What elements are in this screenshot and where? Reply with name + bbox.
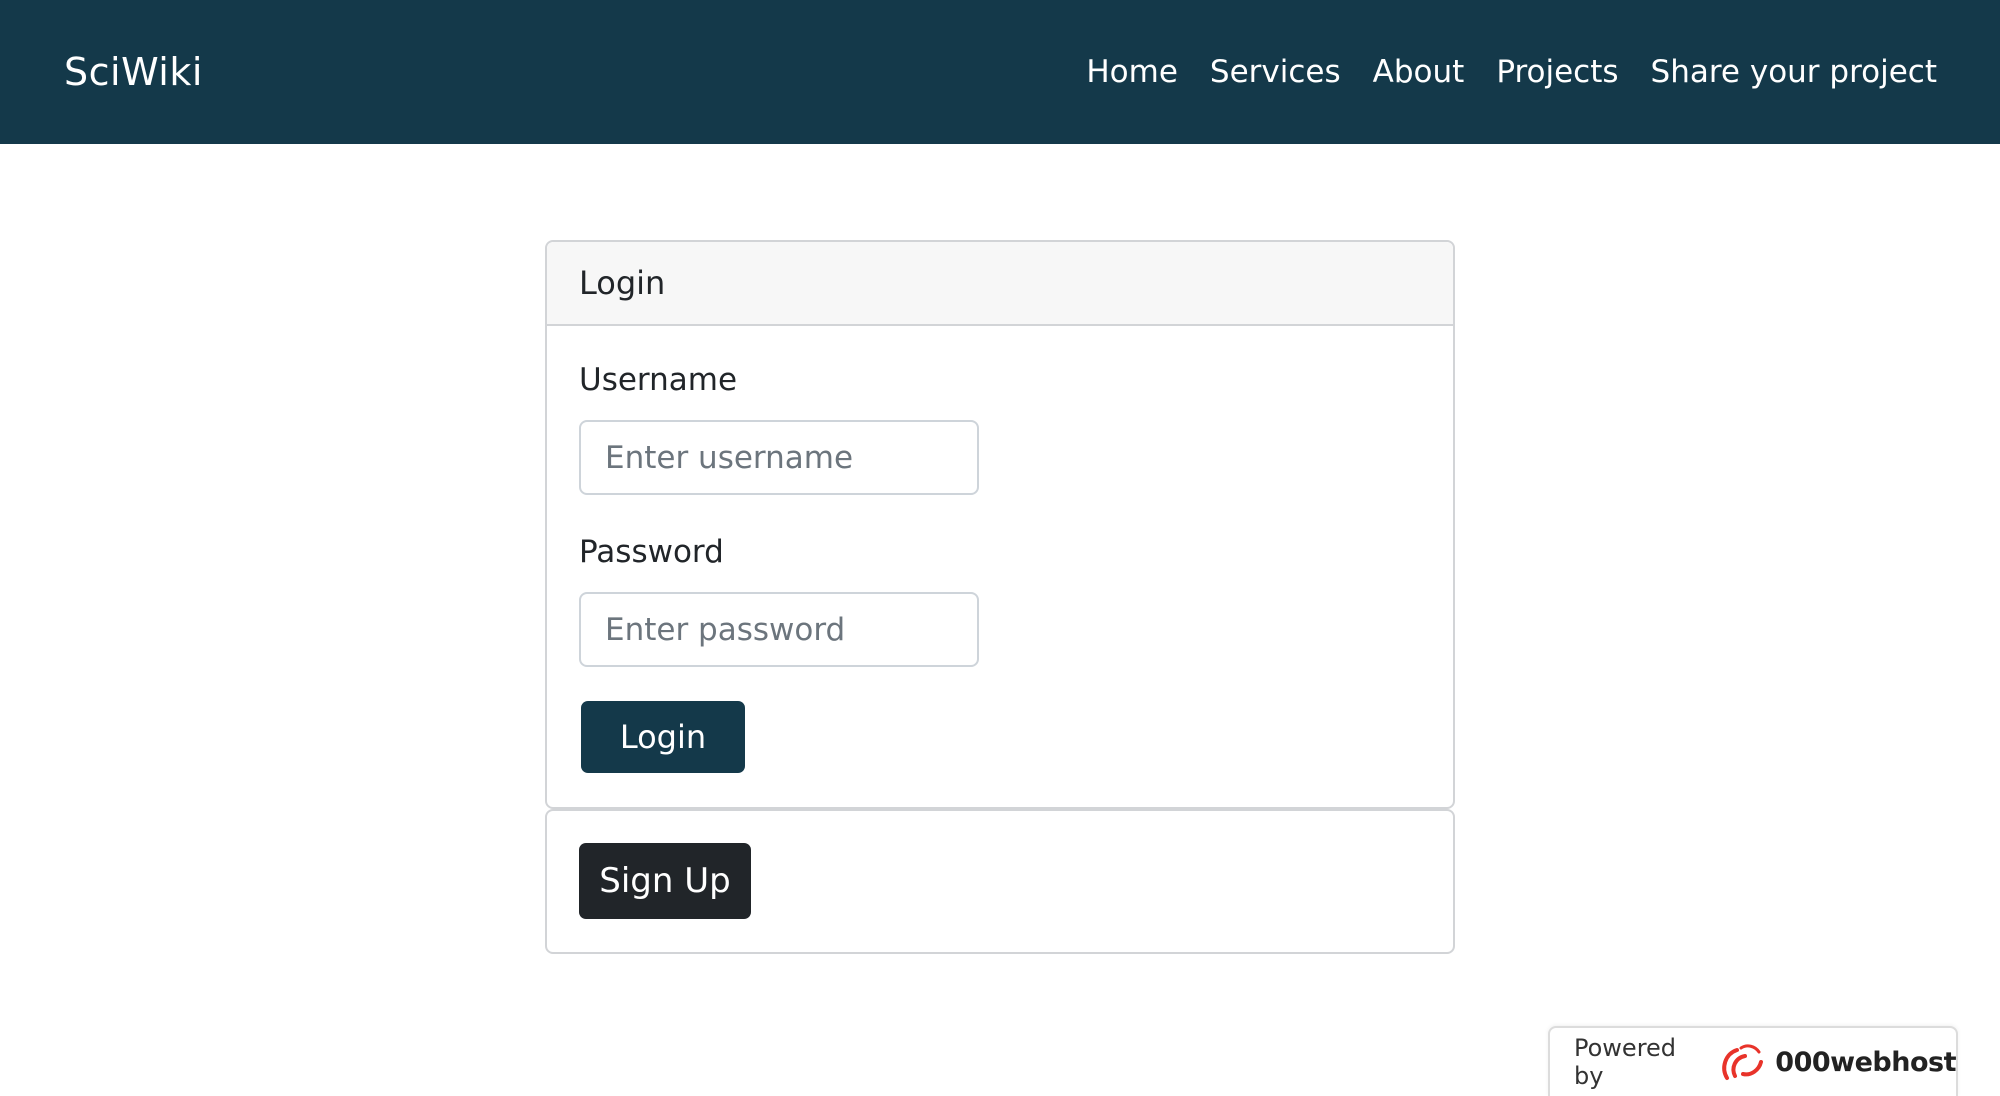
password-label: Password — [579, 534, 724, 570]
signup-card: Sign Up — [545, 809, 1455, 954]
login-button[interactable]: Login — [581, 701, 745, 773]
username-label: Username — [579, 362, 738, 398]
nav-link-share-project[interactable]: Share your project — [1651, 54, 1937, 90]
signup-button[interactable]: Sign Up — [579, 843, 751, 919]
nav-link-home[interactable]: Home — [1086, 54, 1178, 90]
password-input[interactable] — [579, 592, 979, 667]
powered-by-label: Powered by — [1574, 1034, 1677, 1090]
login-card: Login Username Password Login — [545, 240, 1455, 809]
nav-links: Home Services About Projects Share your … — [1086, 54, 1937, 90]
nav-link-about[interactable]: About — [1373, 54, 1465, 90]
powered-by-badge[interactable]: Powered by 000webhost — [1548, 1026, 1958, 1096]
username-input[interactable] — [579, 420, 979, 495]
top-navbar: SciWiki Home Services About Projects Sha… — [0, 0, 2000, 144]
brand-logo-link[interactable]: SciWiki — [64, 50, 203, 94]
000webhost-swirl-icon — [1717, 1042, 1765, 1082]
login-card-header: Login — [547, 242, 1453, 326]
000webhost-brand: 000webhost — [1775, 1046, 1956, 1078]
nav-link-projects[interactable]: Projects — [1496, 54, 1618, 90]
nav-link-services[interactable]: Services — [1210, 54, 1341, 90]
